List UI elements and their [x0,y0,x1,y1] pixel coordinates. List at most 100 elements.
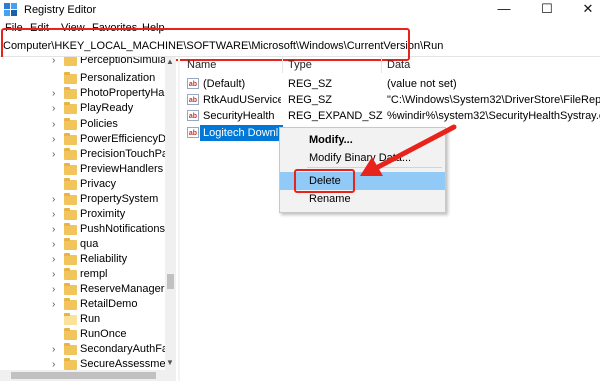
folder-icon [64,268,77,280]
folder-icon [64,102,77,114]
column-divider[interactable] [282,57,283,73]
value-row[interactable]: ab SecurityHealth REG_EXPAND_SZ %windir%… [181,108,600,124]
tree-item-label: Policies [80,118,118,130]
maximize-button[interactable]: ☐ [529,0,565,20]
chevron-right-icon[interactable]: › [52,149,62,161]
scroll-up-icon[interactable]: ▲ [166,57,174,66]
folder-icon [64,328,77,340]
tree-item-label: SecondaryAuthFac [80,343,174,355]
chevron-right-icon[interactable]: › [52,57,62,67]
value-name: RtkAudUService [203,94,281,106]
menu-item-label: Modify Binary Data... [309,152,412,164]
folder-icon [64,72,77,84]
scroll-thumb[interactable] [167,274,174,289]
folder-icon [64,87,77,99]
folder-icon [64,193,77,205]
folder-icon [64,223,77,235]
tree-item-label: PreviewHandlers [80,163,164,175]
tree-item-label: rempl [80,268,108,280]
menu-item-modify-binary-data[interactable]: Modify Binary Data... [280,149,445,167]
folder-icon [64,163,77,175]
folder-icon [64,118,77,130]
folder-icon [64,57,77,66]
chevron-right-icon[interactable]: › [52,194,62,206]
string-value-icon: ab [187,94,199,105]
chevron-right-icon[interactable]: › [52,359,62,370]
tree-item-label: Proximity [80,208,126,220]
scroll-down-icon[interactable]: ▼ [166,358,174,367]
folder-icon [64,343,77,355]
chevron-right-icon[interactable]: › [52,134,62,146]
folder-icon [64,208,77,220]
chevron-right-icon[interactable]: › [52,224,62,236]
folder-icon [64,178,77,190]
string-value-icon: ab [187,78,199,89]
window-title: Registry Editor [24,4,97,16]
chevron-right-icon[interactable]: › [52,254,62,266]
value-name: Logitech Downl... [203,127,281,139]
tree-item-label: PerceptionSimulati [80,57,172,66]
folder-icon [64,253,77,265]
value-row[interactable]: ab (Default) REG_SZ (value not set) [181,76,600,92]
chevron-right-icon[interactable]: › [52,284,62,296]
chevron-right-icon[interactable]: › [52,103,62,115]
tree-item[interactable]: › PerceptionSimulati [0,57,172,70]
value-data: "C:\Windows\System32\DriverStore\FileRep… [387,94,600,106]
value-data: %windir%\system32\SecurityHealthSystray.… [387,110,600,122]
menu-item-label: Rename [309,193,351,205]
tree-item-label: Personalization [80,72,156,84]
column-name-header[interactable]: Name [187,59,216,71]
folder-icon [64,358,77,370]
folder-open-icon [64,313,77,325]
tree-item-label: PowerEfficiencyDia [80,133,175,145]
menu-item-modify[interactable]: Modify... [280,131,445,149]
tree-item-label: RunOnce [80,328,127,340]
tree-item-label: RetailDemo [80,298,138,310]
menu-item-label: Modify... [309,134,353,146]
tree-item-label: qua [80,238,99,250]
tree-item-label: PrecisionTouchPad [80,148,175,160]
column-divider[interactable] [381,57,382,73]
tree-item-label: ReserveManager [80,283,165,295]
chevron-right-icon[interactable]: › [52,344,62,356]
scroll-thumb[interactable] [11,372,156,379]
value-name: SecurityHealth [203,110,275,122]
folder-icon [64,238,77,250]
value-type: REG_EXPAND_SZ [288,110,383,122]
menu-separator [307,167,442,168]
tree-item-label: Run [80,313,101,325]
list-header: Name Type Data [181,57,600,73]
close-button[interactable]: ✕ [570,0,600,20]
value-row[interactable]: ab RtkAudUService REG_SZ "C:\Windows\Sys… [181,92,600,108]
pane-splitter[interactable] [178,57,180,381]
tree-item-label: PlayReady [80,102,134,114]
column-type-header[interactable]: Type [288,59,312,71]
delete-highlight-annotation [294,169,355,193]
folder-icon [64,133,77,145]
tree-item-label: SecureAssessment [80,358,175,370]
tree-item[interactable]: › SecureAssessment [0,356,175,370]
folder-icon [64,298,77,310]
tree-item-label: PropertySystem [80,193,159,205]
minimize-button[interactable]: — [486,0,522,20]
column-data-header[interactable]: Data [387,59,410,71]
chevron-right-icon[interactable]: › [52,119,62,131]
tree-horizontal-scrollbar[interactable] [0,370,176,381]
tree-item-label: PhotoPropertyHan [80,87,171,99]
chevron-right-icon[interactable]: › [52,299,62,311]
tree-vertical-scrollbar[interactable]: ▲ ▼ [165,57,176,370]
value-type: REG_SZ [288,78,333,90]
string-value-icon: ab [187,110,199,121]
chevron-right-icon[interactable]: › [52,269,62,281]
string-value-icon: ab [187,127,199,138]
folder-icon [64,283,77,295]
tree-item-label: Reliability [80,253,128,265]
chevron-right-icon[interactable]: › [52,239,62,251]
chevron-right-icon[interactable]: › [52,209,62,221]
chevron-right-icon[interactable]: › [52,88,62,100]
key-tree: › PerceptionSimulati Personalization › Pho… [0,57,176,370]
title-bar: Registry Editor — ☐ ✕ [0,0,600,20]
tree-item-label: PushNotifications [80,223,165,235]
tree-item-label: Privacy [80,178,117,190]
value-name: (Default) [203,78,246,90]
